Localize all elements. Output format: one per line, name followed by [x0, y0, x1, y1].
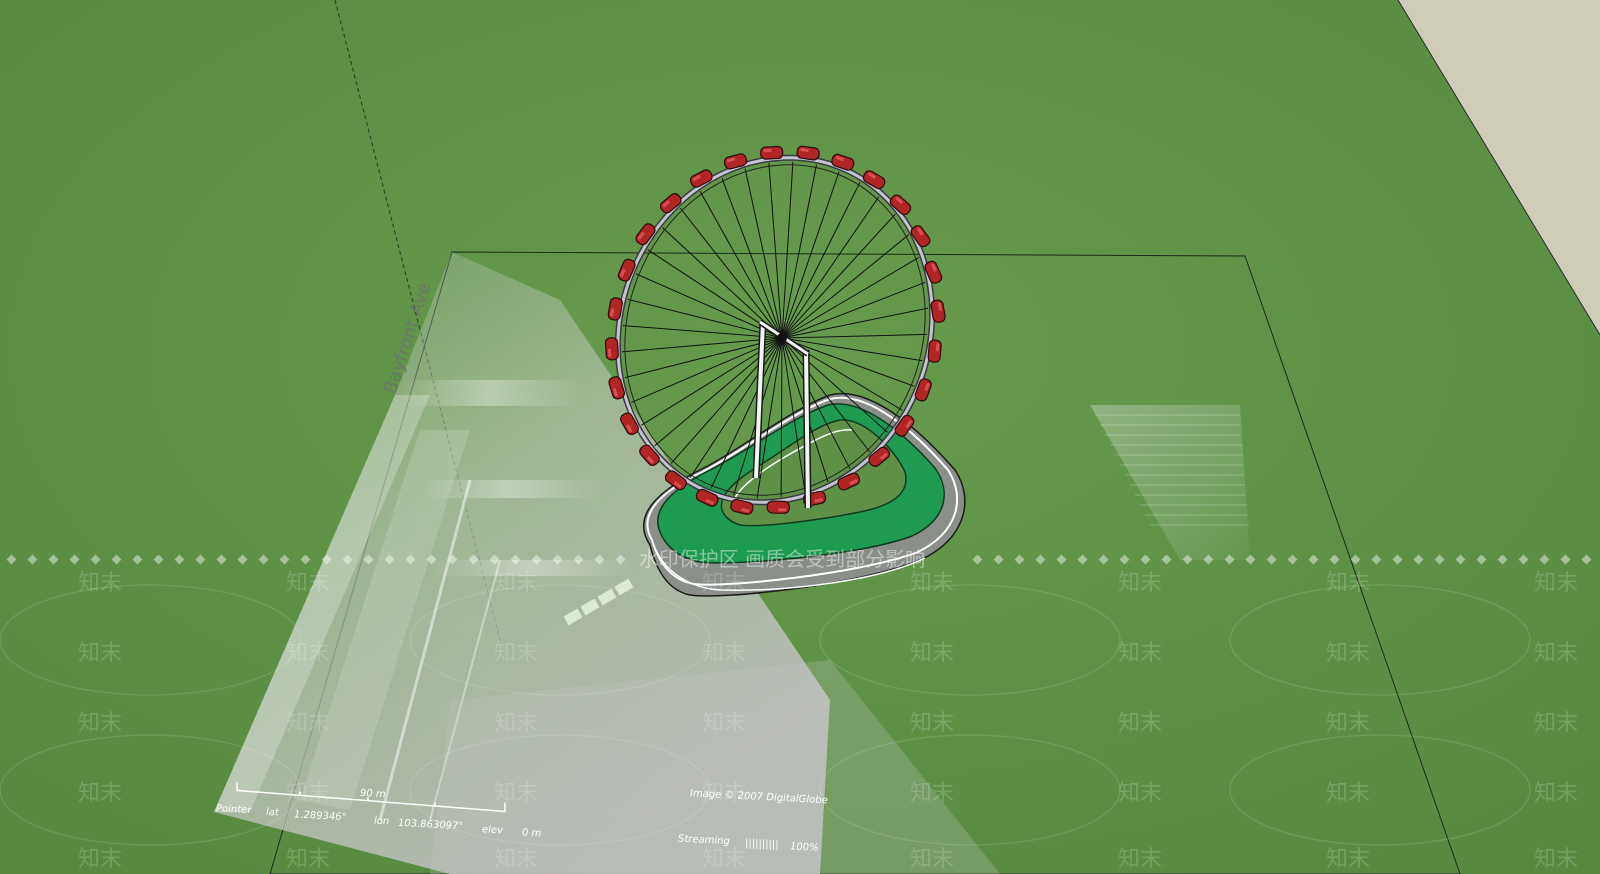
watermark-tile: 知末: [494, 781, 538, 806]
watermark-tile: 知末: [1118, 781, 1162, 806]
watermark-tile: 知末: [1326, 571, 1370, 596]
watermark-tile: 知末: [1534, 711, 1578, 736]
lat-label: lat: [266, 807, 280, 819]
watermark-tile: 知末: [78, 711, 122, 736]
watermark-tile: 知末: [286, 781, 330, 806]
watermark-tile: 知末: [1534, 847, 1578, 872]
watermark-tile: 知末: [702, 847, 746, 872]
streaming-value: 100%: [790, 841, 819, 853]
3d-scene[interactable]: Bayfront Ave 知末 知末 知末 知末 知末 知末 知末 知末知末 知…: [0, 0, 1600, 874]
streaming-bar: ||||||||||: [745, 838, 779, 851]
watermark-tile: 知末: [1534, 571, 1578, 596]
watermark-tile: 知末: [494, 711, 538, 736]
lon-label: lon: [374, 816, 389, 828]
watermark-tile: 知末: [78, 847, 122, 872]
watermark-tile: 知末: [494, 571, 538, 596]
watermark-tile: 知末: [1118, 711, 1162, 736]
wheel-cabin: [604, 337, 619, 361]
watermark-tile: 知末: [78, 571, 122, 596]
watermark-tile: 知末: [1326, 781, 1370, 806]
watermark-tile: 知末: [910, 781, 954, 806]
pointer-label: Pointer: [216, 803, 252, 816]
elev-value: 0 m: [522, 827, 542, 839]
watermark-tile: 知末: [286, 711, 330, 736]
watermark-tile: 知末: [1118, 641, 1162, 666]
watermark-tile: 知末: [1326, 847, 1370, 872]
wheel-cabin: [760, 145, 784, 160]
watermark-tile: 知末: [286, 571, 330, 596]
watermark-tile: 知末: [1534, 781, 1578, 806]
wheel-cabin: [927, 339, 942, 363]
watermark-tile: 知末: [1118, 571, 1162, 596]
watermark-tile: 知末: [286, 641, 330, 666]
watermark-banner: 水印保护区 画质会受到部分影响: [639, 547, 925, 571]
elev-label: elev: [482, 824, 504, 836]
watermark-tile: 知末: [286, 847, 330, 872]
watermark-tile: 知末: [910, 641, 954, 666]
watermark-tile: 知末: [1534, 641, 1578, 666]
watermark-tile: 知末: [702, 571, 746, 596]
watermark-tile: 知末: [910, 711, 954, 736]
watermark-tile: 知末: [702, 711, 746, 736]
wheel-cabin: [766, 500, 790, 514]
watermark-tile: 知末: [1326, 711, 1370, 736]
scale-label: 90 m: [360, 788, 386, 800]
watermark-tile: 知末: [78, 781, 122, 806]
watermark-tile: 知末: [1118, 847, 1162, 872]
watermark-tile: 知末: [1326, 641, 1370, 666]
watermark-tile: 知末: [494, 641, 538, 666]
sketchup-viewport[interactable]: Bayfront Ave 知末 知末 知末 知末 知末 知末 知末 知末 知末 …: [0, 0, 1600, 874]
watermark-tile: 知末: [494, 847, 538, 872]
watermark-tile: 知末: [702, 641, 746, 666]
wheel-cabin: [796, 145, 820, 161]
wheel-hub: [777, 333, 787, 343]
watermark-tile: 知末: [910, 847, 954, 872]
watermark-tile: 知末: [78, 641, 122, 666]
watermark-tile: 知末: [910, 571, 954, 596]
